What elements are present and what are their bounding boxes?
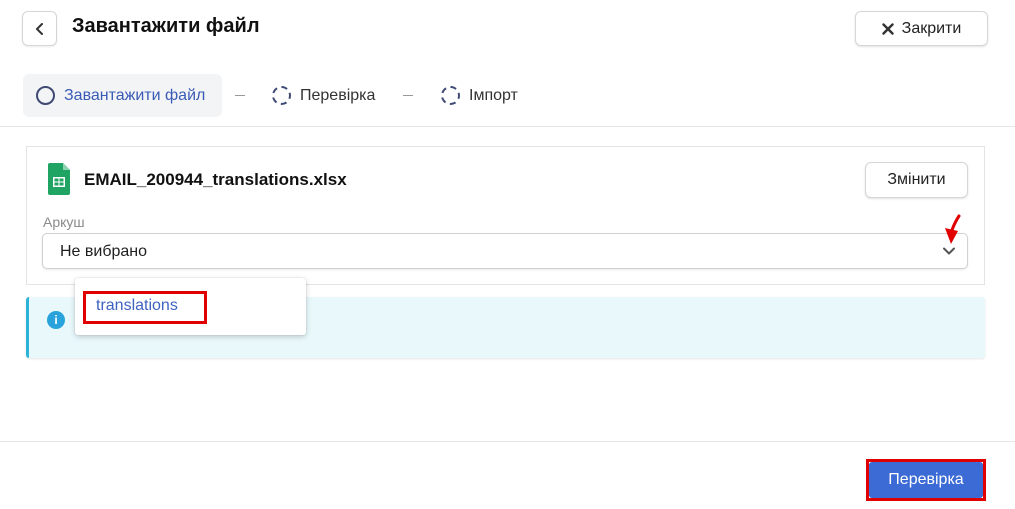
back-button[interactable]: [22, 11, 57, 46]
step-import[interactable]: Імпорт: [441, 74, 518, 117]
step-upload-file[interactable]: Завантажити файл: [23, 74, 222, 117]
page-title: Завантажити файл: [72, 15, 260, 37]
step-pending-circle-icon: [441, 86, 460, 105]
change-file-button[interactable]: Змінити: [865, 162, 968, 198]
sheet-option-translations[interactable]: translations: [96, 297, 178, 315]
step-label: Імпорт: [469, 86, 518, 104]
verify-button[interactable]: Перевірка: [869, 462, 983, 498]
step-label: Перевірка: [300, 86, 376, 104]
sheet-select[interactable]: Не вибрано: [42, 233, 968, 269]
header-divider: [0, 126, 1015, 127]
chevron-left-icon: [35, 22, 43, 35]
spreadsheet-icon: [48, 163, 70, 195]
annotation-arrow-icon: [945, 214, 961, 244]
close-icon: [881, 22, 894, 35]
step-verification[interactable]: Перевірка: [272, 74, 375, 117]
step-pending-circle-icon: [272, 86, 291, 105]
sheet-label: Аркуш: [43, 214, 85, 230]
file-name: EMAIL_200944_translations.xlsx: [84, 170, 347, 189]
close-button-label: Закрити: [901, 19, 962, 37]
info-icon: i: [47, 311, 65, 329]
step-circle-icon: [36, 86, 55, 105]
sheet-select-value: Не вибрано: [60, 243, 148, 260]
close-button[interactable]: Закрити: [855, 11, 988, 46]
step-separator: [235, 95, 245, 96]
step-separator: [403, 95, 413, 96]
step-label: Завантажити файл: [64, 86, 206, 104]
chevron-down-icon: [943, 247, 955, 255]
footer-divider: [0, 441, 1015, 442]
